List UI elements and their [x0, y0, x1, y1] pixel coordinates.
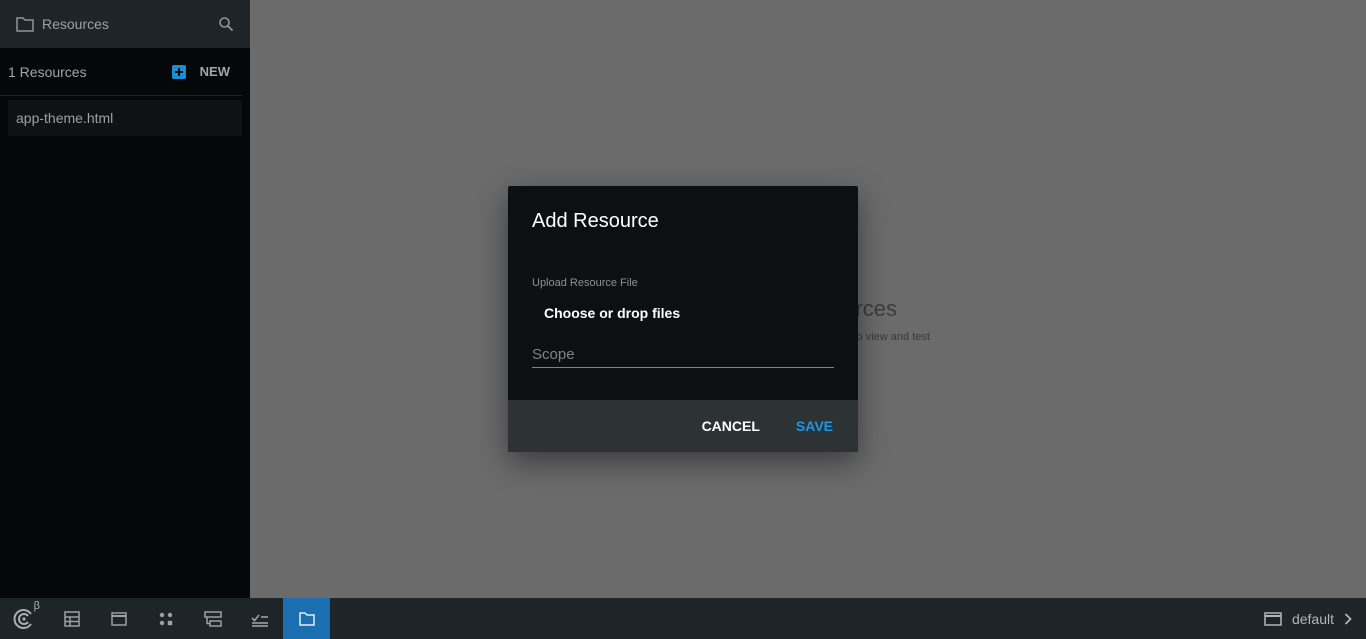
apps-button[interactable]: [142, 598, 189, 639]
beta-badge: β: [33, 600, 40, 612]
chevron-right-icon: [1344, 612, 1352, 625]
folder-icon: [298, 611, 315, 626]
choose-files-button[interactable]: Choose or drop files: [532, 300, 682, 326]
folder-icon: [16, 16, 34, 32]
window-button[interactable]: [95, 598, 142, 639]
save-button[interactable]: SAVE: [796, 418, 833, 434]
bottom-toolbar: β default: [0, 598, 1366, 639]
resources-sidebar: Resources 1 Resources NEW app-theme.html: [0, 0, 250, 598]
grid-icon: [63, 610, 80, 627]
dialog-actions: CANCEL SAVE: [508, 400, 858, 452]
apps-icon: [159, 612, 172, 625]
grid-button[interactable]: [48, 598, 95, 639]
window-icon: [110, 611, 127, 626]
list-item[interactable]: app-theme.html: [8, 100, 242, 136]
environment-selector[interactable]: default: [1264, 611, 1366, 627]
empty-state-subtitle: l to view and test: [848, 331, 930, 343]
sidebar-toolbar: 1 Resources NEW: [0, 48, 242, 96]
window-icon: [1264, 611, 1282, 626]
resources-button[interactable]: [283, 598, 330, 639]
app-logo[interactable]: β: [0, 598, 48, 639]
flow-button[interactable]: [189, 598, 236, 639]
flow-icon: [203, 610, 222, 627]
resource-count: 1 Resources: [8, 63, 87, 80]
new-label: NEW: [199, 64, 230, 79]
sidebar-header: Resources: [0, 0, 250, 48]
environment-label: default: [1291, 610, 1334, 627]
search-icon[interactable]: [218, 16, 234, 32]
sidebar-title: Resources: [42, 16, 109, 32]
dialog-title: Add Resource: [532, 210, 659, 232]
checklist-icon: [250, 613, 268, 627]
scope-input[interactable]: [532, 342, 834, 368]
checklist-button[interactable]: [236, 598, 283, 639]
add-icon: [171, 64, 186, 79]
cancel-button[interactable]: CANCEL: [702, 418, 760, 434]
new-resource-button[interactable]: NEW: [171, 64, 234, 79]
add-resource-dialog: Add Resource Upload Resource File Choose…: [508, 186, 858, 452]
upload-label: Upload Resource File: [532, 277, 638, 289]
